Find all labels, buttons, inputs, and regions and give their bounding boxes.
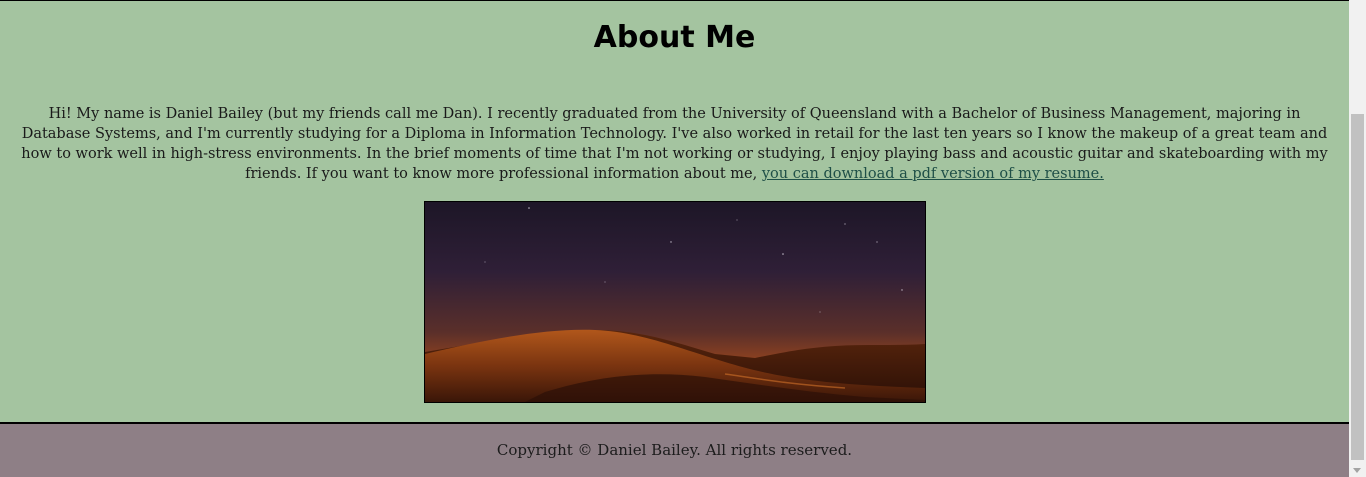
top-border bbox=[0, 0, 1349, 1]
page-title: About Me bbox=[593, 20, 756, 55]
page: About Me Hi! My name is Daniel Bailey (b… bbox=[0, 0, 1349, 477]
desert-night-photo-image bbox=[425, 202, 925, 402]
copyright-text: Copyright © Daniel Bailey. All rights re… bbox=[496, 441, 853, 459]
footer: Copyright © Daniel Bailey. All rights re… bbox=[0, 422, 1349, 477]
scrollbar-thumb[interactable] bbox=[1351, 114, 1364, 460]
main-content: About Me Hi! My name is Daniel Bailey (b… bbox=[0, 0, 1349, 422]
scroll-down-arrow-icon[interactable] bbox=[1353, 468, 1361, 473]
resume-download-link[interactable]: you can download a pdf version of my res… bbox=[762, 166, 1104, 182]
vertical-scrollbar[interactable] bbox=[1349, 0, 1366, 477]
bio-paragraph: Hi! My name is Daniel Bailey (but my fri… bbox=[14, 104, 1335, 184]
desert-night-photo bbox=[424, 201, 926, 403]
bio-text: Hi! My name is Daniel Bailey (but my fri… bbox=[21, 106, 1328, 182]
